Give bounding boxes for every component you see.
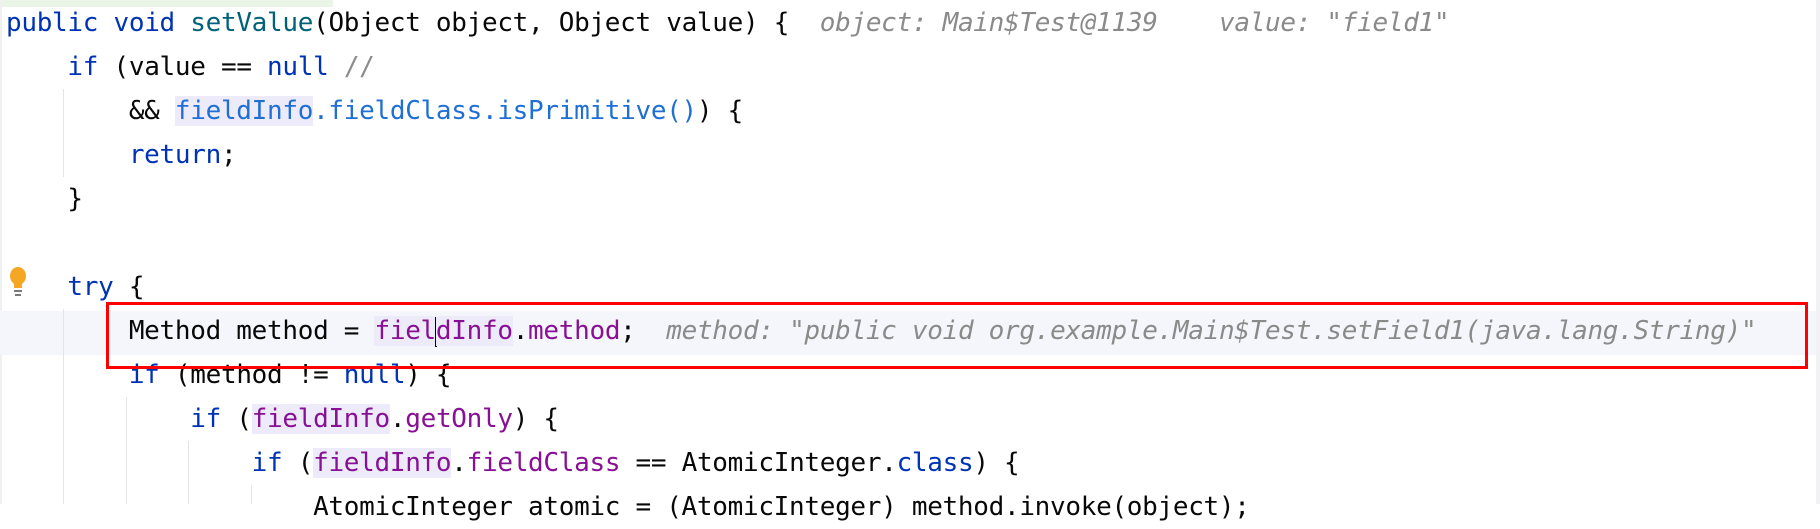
code-token: == AtomicInteger. <box>620 448 897 478</box>
code-line[interactable]: if (fieldInfo.getOnly) { <box>6 397 1756 441</box>
keyword-token: void <box>113 8 175 38</box>
code-token: (value == <box>98 52 268 82</box>
comment-token: // <box>343 52 375 82</box>
code-token: } <box>6 184 83 214</box>
code-editor[interactable]: public void setValue(Object object, Obje… <box>6 1 1757 529</box>
keyword-token: null <box>267 52 329 82</box>
code-token: fieldInfo <box>313 448 452 478</box>
code-line[interactable]: if (value == null // <box>6 45 1756 89</box>
code-token: ( <box>282 448 314 478</box>
code-token: ) { <box>696 96 743 126</box>
code-line[interactable]: && fieldInfo.fieldClass.isPrimitive()) { <box>6 89 1756 133</box>
code-line[interactable]: AtomicInteger atomic = (AtomicInteger) m… <box>6 485 1756 529</box>
inlay-debug-value: value: "field1" <box>1157 8 1450 38</box>
code-token: getOnly <box>405 404 513 434</box>
code-token: && <box>6 96 175 126</box>
code-token: fieldInfo <box>251 404 390 434</box>
code-token: .fieldClass.isPrimitive() <box>313 96 697 126</box>
code-line[interactable]: public void setValue(Object object, Obje… <box>6 1 1756 45</box>
code-line[interactable]: return; <box>6 133 1756 177</box>
code-token: { <box>113 272 145 302</box>
keyword-token: if <box>67 52 99 82</box>
keyword-token: class <box>896 448 974 478</box>
code-token: fieldInfo <box>174 96 314 126</box>
keyword-token: if <box>251 448 283 478</box>
code-line[interactable]: if (fieldInfo.fieldClass == AtomicIntege… <box>6 441 1756 485</box>
code-token: (Object object, Object value) { <box>313 8 790 38</box>
code-token: ) { <box>973 448 1020 478</box>
code-token: fieldClass <box>466 448 621 478</box>
gutter-border <box>0 0 2 504</box>
code-line[interactable]: } <box>6 177 1756 221</box>
code-token: setValue <box>190 8 314 38</box>
code-token: AtomicInteger atomic = (AtomicInteger) m… <box>6 492 1250 522</box>
keyword-token: return <box>128 140 221 170</box>
inlay-debug-value: object: Main$Test@1139 <box>789 8 1158 38</box>
code-token: ( <box>220 404 252 434</box>
code-token: . <box>389 404 406 434</box>
editor-scrollbar[interactable] <box>1816 0 1820 504</box>
code-token: . <box>451 448 467 478</box>
annotation-highlight-box <box>106 302 1808 369</box>
keyword-token: public <box>6 8 99 38</box>
keyword-token: if <box>190 404 221 434</box>
code-token: ; <box>220 140 237 170</box>
code-line[interactable] <box>6 221 1756 265</box>
keyword-token: try <box>67 272 114 302</box>
code-token: ) { <box>512 404 559 434</box>
